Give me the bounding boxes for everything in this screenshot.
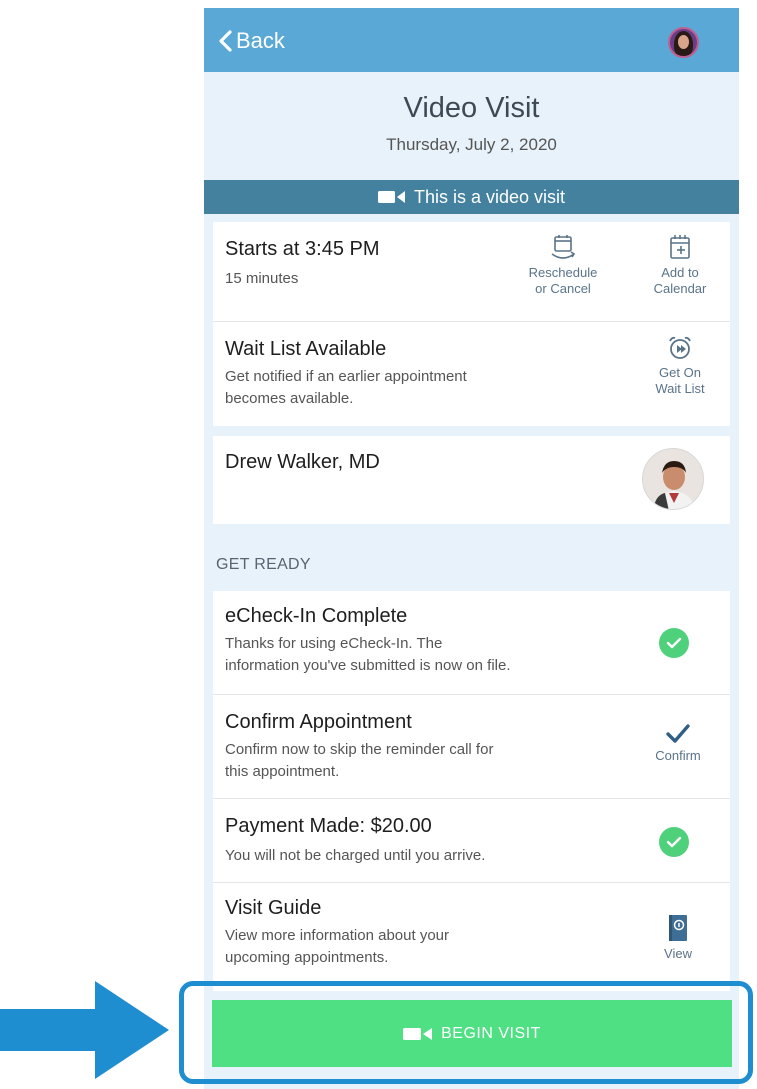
calendar-add-icon (670, 235, 690, 259)
user-avatar[interactable] (668, 27, 699, 58)
top-nav-bar: Back (204, 8, 739, 72)
alarm-clock-icon (669, 336, 691, 359)
banner-text: This is a video visit (413, 186, 566, 207)
video-camera-icon (377, 190, 406, 204)
back-button[interactable]: Back (218, 26, 285, 56)
pointer-arrow (0, 981, 169, 1079)
provider-name: Drew Walker, MD (225, 451, 380, 473)
duration: 15 minutes (225, 270, 299, 287)
wait-list-row: Wait List Available Get notified if an e… (213, 322, 730, 426)
wait-list-desc-1: Get notified if an earlier appointment (225, 368, 467, 385)
provider-card[interactable]: Drew Walker, MD (213, 436, 730, 524)
echeck-in-desc-1: Thanks for using eCheck-In. The (225, 635, 443, 652)
reschedule-label-2: or Cancel (535, 281, 591, 296)
calendar-label-1: Add to (661, 265, 699, 280)
wait-list-title: Wait List Available (225, 338, 387, 360)
view-guide-button[interactable]: View (639, 913, 717, 962)
echeck-in-title: eCheck-In Complete (225, 605, 408, 627)
wait-list-action-1: Get On (659, 365, 701, 380)
get-ready-card: eCheck-In Complete Thanks for using eChe… (213, 591, 730, 991)
echeck-in-desc-2: information you've submitted is now on f… (225, 657, 511, 674)
confirm-label: Confirm (655, 748, 701, 763)
visit-guide-desc-2: upcoming appointments. (225, 949, 389, 966)
reschedule-cancel-button[interactable]: Reschedule or Cancel (521, 232, 605, 297)
guide-book-icon (669, 915, 687, 941)
confirm-appointment-row: Confirm Appointment Confirm now to skip … (213, 695, 730, 799)
payment-row: Payment Made: $20.00 You will not be cha… (213, 799, 730, 883)
video-visit-banner: This is a video visit (204, 180, 739, 214)
back-label: Back (236, 28, 285, 53)
check-complete-icon (659, 827, 689, 857)
reschedule-icon (551, 235, 576, 259)
add-to-calendar-button[interactable]: Add to Calendar (641, 232, 719, 297)
payment-desc: You will not be charged until you arrive… (225, 847, 486, 864)
highlight-outline (179, 981, 753, 1084)
phone-screen: Back Video Visit Thursday, July 2, 2020 … (204, 8, 739, 1089)
get-ready-heading: GET READY (216, 556, 311, 573)
payment-title: Payment Made: $20.00 (225, 815, 432, 837)
reschedule-label-1: Reschedule (528, 265, 598, 280)
visit-guide-desc-1: View more information about your (225, 927, 450, 944)
confirm-button[interactable]: Confirm (639, 723, 717, 764)
confirm-desc-1: Confirm now to skip the reminder call fo… (225, 741, 494, 758)
visit-header: Video Visit Thursday, July 2, 2020 (204, 72, 739, 180)
confirm-title: Confirm Appointment (225, 711, 412, 733)
appointment-time-row: Starts at 3:45 PM 15 minutes Reschedule … (213, 222, 730, 322)
visit-guide-row: Visit Guide View more information about … (213, 883, 730, 991)
appointment-card: Starts at 3:45 PM 15 minutes Reschedule … (213, 222, 730, 426)
get-on-wait-list-button[interactable]: Get On Wait List (641, 334, 719, 397)
echeck-in-row: eCheck-In Complete Thanks for using eChe… (213, 591, 730, 695)
page-title: Video Visit (403, 92, 540, 124)
provider-avatar (642, 448, 704, 510)
chevron-left-icon (219, 30, 232, 52)
visit-date: Thursday, July 2, 2020 (386, 135, 557, 154)
wait-list-desc-2: becomes available. (225, 390, 354, 407)
checkmark-icon (666, 724, 690, 743)
start-time: Starts at 3:45 PM (225, 238, 380, 260)
wait-list-action-2: Wait List (655, 381, 705, 396)
check-complete-icon (659, 628, 689, 658)
calendar-label-2: Calendar (653, 281, 707, 296)
confirm-desc-2: this appointment. (225, 763, 340, 780)
visit-guide-title: Visit Guide (225, 897, 322, 919)
view-label: View (664, 946, 692, 961)
